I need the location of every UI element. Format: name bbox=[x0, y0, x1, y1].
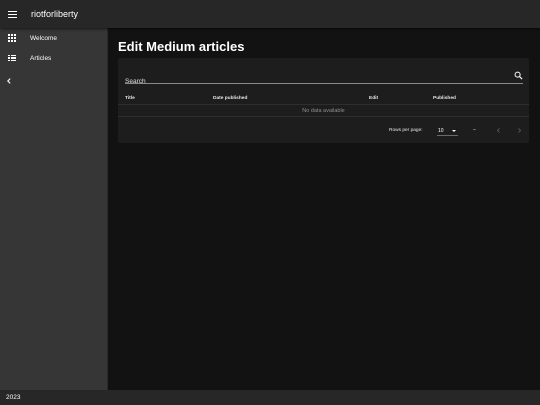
rows-per-page-select[interactable]: 10 bbox=[437, 125, 458, 136]
search-input[interactable] bbox=[125, 75, 505, 88]
footer-year: 2023 bbox=[6, 394, 21, 401]
search-icon[interactable] bbox=[514, 71, 523, 80]
dropdown-caret-icon bbox=[452, 130, 456, 132]
main-content: Edit Medium articles Title Date publishe… bbox=[108, 28, 540, 390]
column-header-title[interactable]: Title bbox=[125, 96, 135, 101]
chevron-left-icon bbox=[496, 127, 500, 133]
column-header-published[interactable]: Published bbox=[433, 96, 456, 101]
collapse-drawer-button[interactable] bbox=[4, 76, 14, 86]
navigation-drawer: Welcome Articles bbox=[0, 28, 108, 390]
column-header-date-published[interactable]: Date published bbox=[213, 96, 247, 101]
search-field bbox=[125, 70, 523, 88]
next-page-button[interactable] bbox=[514, 125, 524, 135]
rows-per-page-label: Rows per page: bbox=[389, 128, 423, 133]
rows-per-page-value: 10 bbox=[438, 128, 444, 134]
table-empty-row: No data available bbox=[118, 105, 529, 117]
footer: 2023 bbox=[0, 390, 540, 405]
app-title: riotforliberty bbox=[31, 9, 79, 19]
previous-page-button[interactable] bbox=[493, 125, 503, 135]
apps-grid-icon bbox=[8, 34, 16, 42]
nav-item-articles[interactable]: Articles bbox=[0, 48, 107, 68]
app-bar: riotforliberty bbox=[0, 0, 540, 28]
menu-button[interactable] bbox=[0, 0, 24, 28]
table-pagination: Rows per page: 10 – bbox=[118, 118, 529, 142]
nav-item-label: Articles bbox=[30, 54, 52, 62]
column-header-edit[interactable]: Edit bbox=[369, 96, 378, 101]
chevron-right-icon bbox=[517, 127, 521, 133]
page-title: Edit Medium articles bbox=[118, 39, 245, 54]
empty-table-message: No data available bbox=[302, 107, 345, 114]
hamburger-icon bbox=[7, 10, 17, 18]
pagination-range: – bbox=[473, 127, 476, 133]
chevron-left-icon bbox=[7, 78, 11, 84]
nav-item-welcome[interactable]: Welcome bbox=[0, 28, 107, 48]
nav-item-label: Welcome bbox=[30, 34, 57, 42]
table-header: Title Date published Edit Published bbox=[118, 94, 529, 105]
articles-table-card: Title Date published Edit Published No d… bbox=[118, 58, 529, 143]
list-icon bbox=[8, 54, 16, 62]
